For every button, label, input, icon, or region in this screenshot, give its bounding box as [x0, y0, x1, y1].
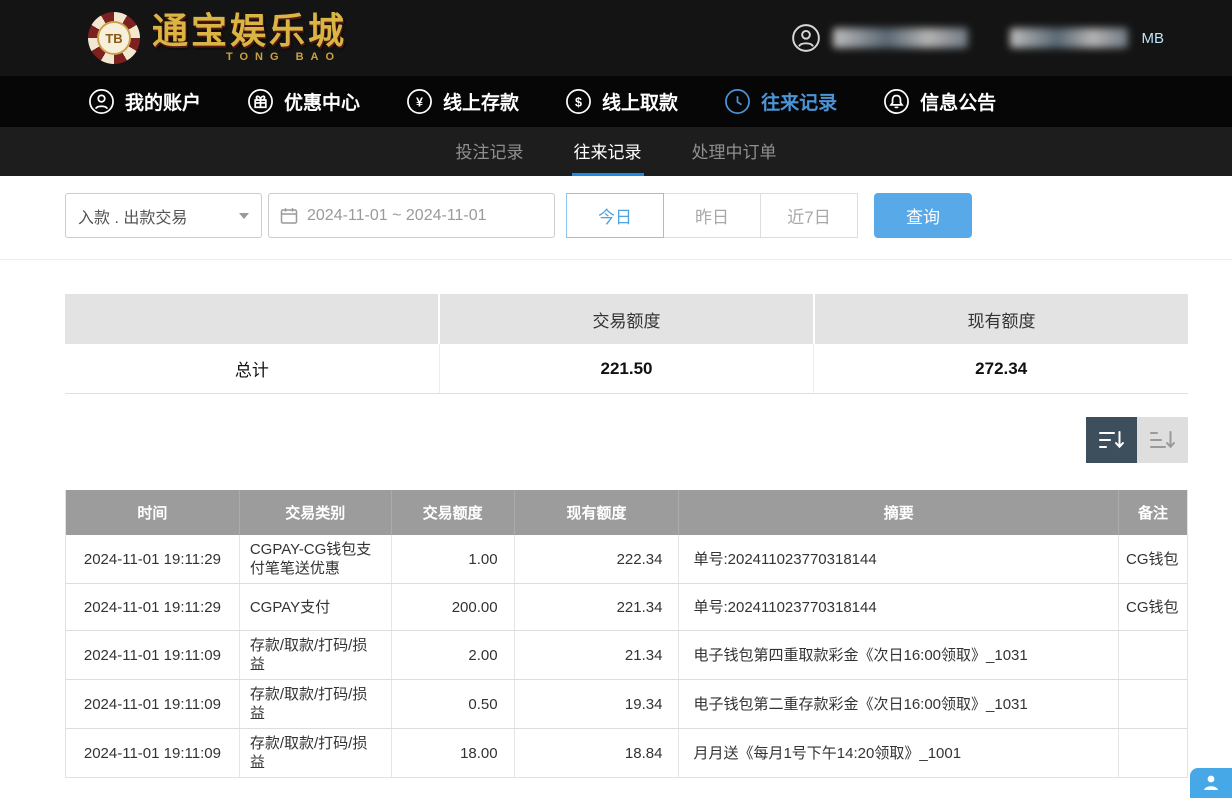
nav-item-promotions[interactable]: 优惠中心	[247, 88, 360, 115]
divider	[0, 259, 1232, 260]
customer-service-button[interactable]	[1190, 768, 1232, 798]
user-icon	[88, 88, 115, 115]
last-7-days-button[interactable]: 近7日	[760, 193, 858, 238]
bell-icon	[883, 88, 910, 115]
withdraw-coin-icon: $	[565, 88, 592, 115]
sort-descending-button[interactable]	[1086, 417, 1137, 463]
main-nav: 我的账户 优惠中心 ¥ 线上存款 $ 线上取款 往来记录 信息公告	[0, 76, 1232, 127]
header-amount: 交易额度	[392, 490, 515, 535]
summary-header-row: 交易额度 现有额度	[65, 294, 1188, 344]
today-button[interactable]: 今日	[566, 193, 664, 238]
nav-item-records[interactable]: 往来记录	[724, 88, 837, 115]
summary-balance-value: 272.34	[814, 344, 1188, 393]
masked-balance	[1010, 28, 1128, 48]
header-balance: 现有额度	[515, 490, 680, 535]
nav-item-announcements[interactable]: 信息公告	[883, 88, 996, 115]
search-button[interactable]: 查询	[874, 193, 972, 238]
table-row: 2024-11-01 19:11:29 CGPAY支付 200.00 221.3…	[66, 584, 1187, 631]
tab-betting-records[interactable]: 投注记录	[454, 127, 526, 176]
nav-item-deposit[interactable]: ¥ 线上存款	[406, 88, 519, 115]
user-avatar-icon	[791, 23, 821, 53]
table-row: 2024-11-01 19:11:09 存款/取款/打码/损益 2.00 21.…	[66, 631, 1187, 680]
quick-date-buttons: 今日 昨日 近7日	[566, 193, 858, 238]
chip-label: TB	[97, 21, 131, 55]
yesterday-button[interactable]: 昨日	[663, 193, 761, 238]
top-header: TB 通宝娱乐城 TONG BAO MB	[0, 0, 1232, 76]
tab-transaction-records[interactable]: 往来记录	[572, 127, 644, 176]
balance-suffix: MB	[1142, 30, 1165, 47]
tab-processing-orders[interactable]: 处理中订单	[690, 127, 779, 176]
poker-chip-icon: TB	[88, 12, 140, 64]
summary-total-row: 总计 221.50 272.34	[65, 344, 1188, 394]
brand-logo: TB 通宝娱乐城 TONG BAO	[88, 12, 347, 64]
header-type: 交易类别	[240, 490, 392, 535]
table-row: 2024-11-01 19:11:29 CGPAY-CG钱包支付笔笔送优惠 1.…	[66, 535, 1187, 584]
sort-ascending-icon	[1149, 428, 1176, 452]
summary-header-transaction: 交易额度	[440, 294, 815, 344]
gift-icon	[247, 88, 274, 115]
deposit-coin-icon: ¥	[406, 88, 433, 115]
filter-bar: 入款 . 出款交易 2024-11-01 ~ 2024-11-01 今日 昨日 …	[65, 193, 1188, 238]
brand-name: 通宝娱乐城	[152, 13, 347, 49]
table-row: 2024-11-01 19:11:09 存款/取款/打码/损益 18.00 18…	[66, 729, 1187, 777]
chevron-down-icon	[239, 213, 249, 219]
customer-service-icon	[1201, 772, 1221, 794]
header-summary: 摘要	[679, 490, 1119, 535]
brand-name-en: TONG BAO	[226, 51, 347, 63]
summary-transaction-value: 221.50	[440, 344, 815, 393]
summary-header-balance: 现有额度	[815, 294, 1188, 344]
summary-table: 交易额度 现有额度 总计 221.50 272.34	[65, 294, 1188, 394]
svg-text:$: $	[575, 95, 582, 109]
user-info-bar: MB	[791, 0, 1165, 76]
table-header-row: 时间 交易类别 交易额度 现有额度 摘要 备注	[66, 490, 1187, 535]
transaction-type-select[interactable]: 入款 . 出款交易	[65, 193, 262, 238]
records-clock-icon	[724, 88, 751, 115]
sort-toolbar	[65, 417, 1188, 463]
header-time: 时间	[66, 490, 240, 535]
header-remark: 备注	[1119, 490, 1187, 535]
nav-item-my-account[interactable]: 我的账户	[88, 88, 201, 115]
svg-text:¥: ¥	[416, 95, 423, 109]
date-range-input[interactable]: 2024-11-01 ~ 2024-11-01	[268, 193, 555, 238]
nav-item-withdraw[interactable]: $ 线上取款	[565, 88, 678, 115]
summary-header-empty	[65, 294, 440, 344]
table-row: 2024-11-01 19:11:09 存款/取款/打码/损益 0.50 19.…	[66, 680, 1187, 729]
sub-tab-bar: 投注记录 往来记录 处理中订单	[0, 127, 1232, 176]
masked-username	[833, 28, 968, 48]
summary-total-label: 总计	[65, 344, 440, 393]
sort-ascending-button[interactable]	[1137, 417, 1188, 463]
transactions-table: 时间 交易类别 交易额度 现有额度 摘要 备注 2024-11-01 19:11…	[65, 490, 1188, 778]
sort-descending-icon	[1098, 428, 1125, 452]
calendar-icon	[280, 207, 298, 225]
